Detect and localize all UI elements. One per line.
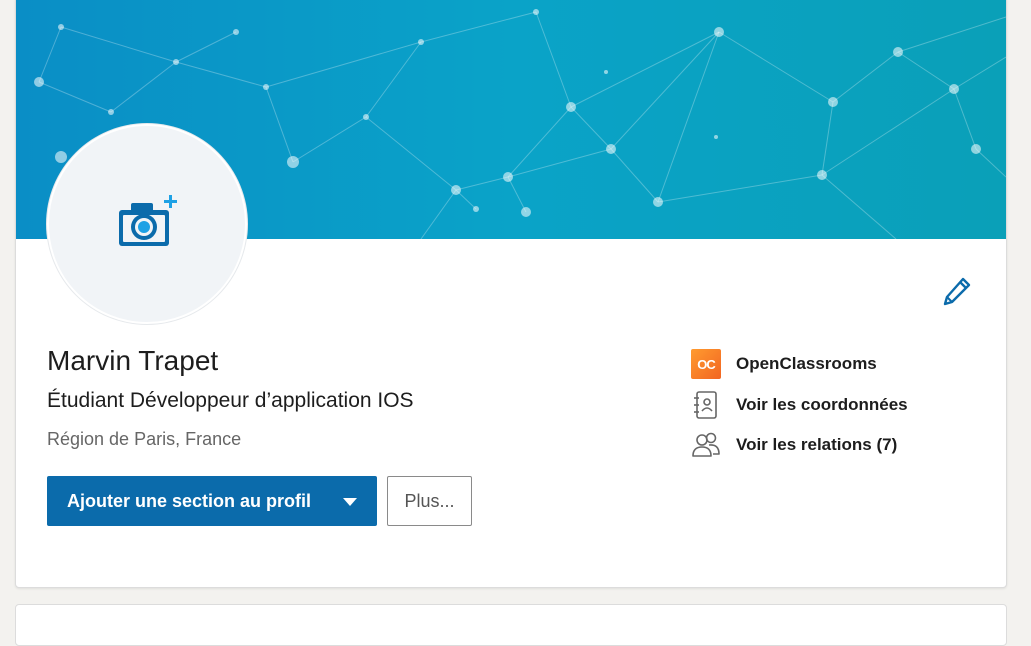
profile-name: Marvin Trapet bbox=[47, 345, 219, 376]
caret-down-icon bbox=[343, 498, 357, 506]
people-icon bbox=[691, 430, 721, 460]
profile-location: Région de Paris, France bbox=[47, 429, 242, 449]
next-section-card bbox=[15, 604, 1007, 646]
profile-photo[interactable] bbox=[47, 124, 247, 324]
contact-info-label: Voir les coordonnées bbox=[736, 395, 908, 414]
contact-book-icon bbox=[691, 390, 721, 420]
connections-link[interactable]: Voir les relations (7) bbox=[691, 430, 897, 460]
profile-card: Marvin Trapet Étudiant Développeur d’app… bbox=[15, 0, 1007, 588]
openclassrooms-logo: OC bbox=[691, 349, 721, 379]
contact-info-link[interactable]: Voir les coordonnées bbox=[691, 390, 908, 420]
profile-headline: Étudiant Développeur d’application IOS bbox=[47, 389, 414, 412]
add-profile-section-button[interactable]: Ajouter une section au profil bbox=[47, 476, 377, 526]
pencil-icon bbox=[941, 277, 973, 311]
edit-profile-button[interactable] bbox=[941, 275, 973, 307]
camera-plus-icon bbox=[115, 192, 179, 256]
company-link[interactable]: OC OpenClassrooms bbox=[691, 349, 877, 379]
company-name: OpenClassrooms bbox=[736, 354, 877, 373]
add-profile-section-label: Ajouter une section au profil bbox=[67, 490, 312, 511]
more-button[interactable]: Plus... bbox=[387, 476, 472, 526]
connections-label: Voir les relations (7) bbox=[736, 435, 898, 454]
